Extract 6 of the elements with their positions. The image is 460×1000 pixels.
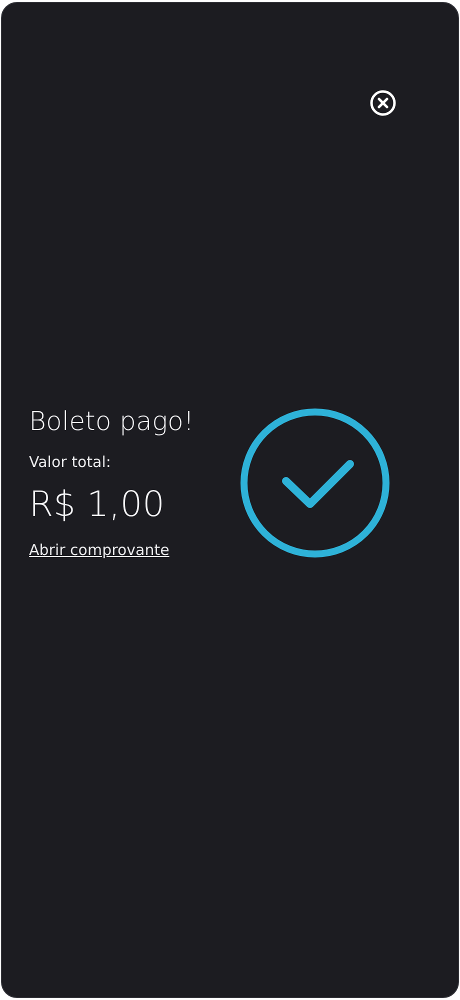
close-button[interactable] — [369, 89, 397, 117]
amount-value: R$ 1,00 — [29, 485, 165, 525]
receipt-link[interactable]: Abrir comprovante — [29, 541, 170, 559]
amount-label: Valor total: — [29, 453, 111, 471]
checkmark-circle-icon — [240, 408, 390, 558]
success-title: Boleto pago! — [29, 407, 194, 437]
